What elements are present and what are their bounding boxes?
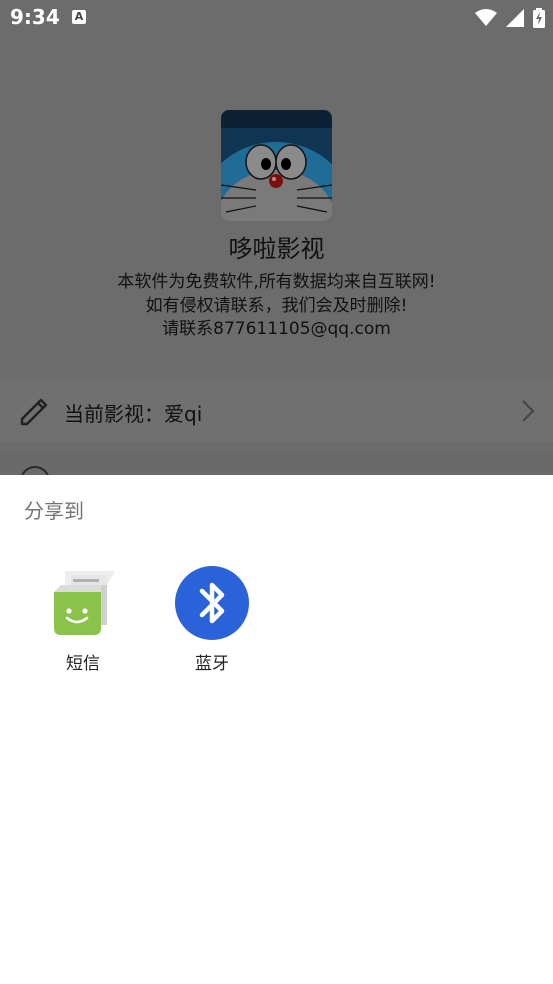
bluetooth-icon (174, 565, 250, 641)
text-a-icon: A (72, 10, 86, 24)
notice-line-1: 本软件为免费软件,所有数据均来自互联网! (117, 272, 436, 292)
share-sheet: 分享到 短信 蓝牙 (0, 475, 553, 984)
share-target-bluetooth[interactable]: 蓝牙 (167, 565, 257, 674)
notice-line-3: 请联系877611105@qq.com (162, 319, 391, 339)
share-target-bluetooth-label: 蓝牙 (195, 654, 229, 674)
background-app: 9:34 A 哆啦影视 本软件为免费软件,所有数据均来自互联网! 如有侵权请联系… (0, 0, 553, 496)
system-icons (471, 7, 545, 28)
current-source-label: 当前影视：爱qi (64, 402, 203, 426)
notice-line-2: 如有侵权请联系，我们会及时删除! (145, 296, 408, 316)
cell-signal-icon (505, 8, 524, 27)
share-target-sms-label: 短信 (66, 654, 100, 674)
status-bar: 9:34 A (0, 0, 553, 36)
battery-charging-icon (533, 7, 545, 28)
pencil-icon (18, 395, 50, 431)
settings-row-partial (0, 452, 553, 496)
status-time: 9:34 (10, 5, 60, 29)
wifi-icon (474, 8, 497, 26)
share-sheet-title: 分享到 (24, 499, 84, 523)
app-logo (221, 110, 332, 221)
chevron-right-icon (521, 399, 535, 427)
app-name: 哆啦影视 (228, 235, 325, 263)
share-target-sms[interactable]: 短信 (38, 565, 128, 674)
sms-icon (45, 565, 121, 641)
current-source-row[interactable]: 当前影视：爱qi (0, 380, 553, 442)
